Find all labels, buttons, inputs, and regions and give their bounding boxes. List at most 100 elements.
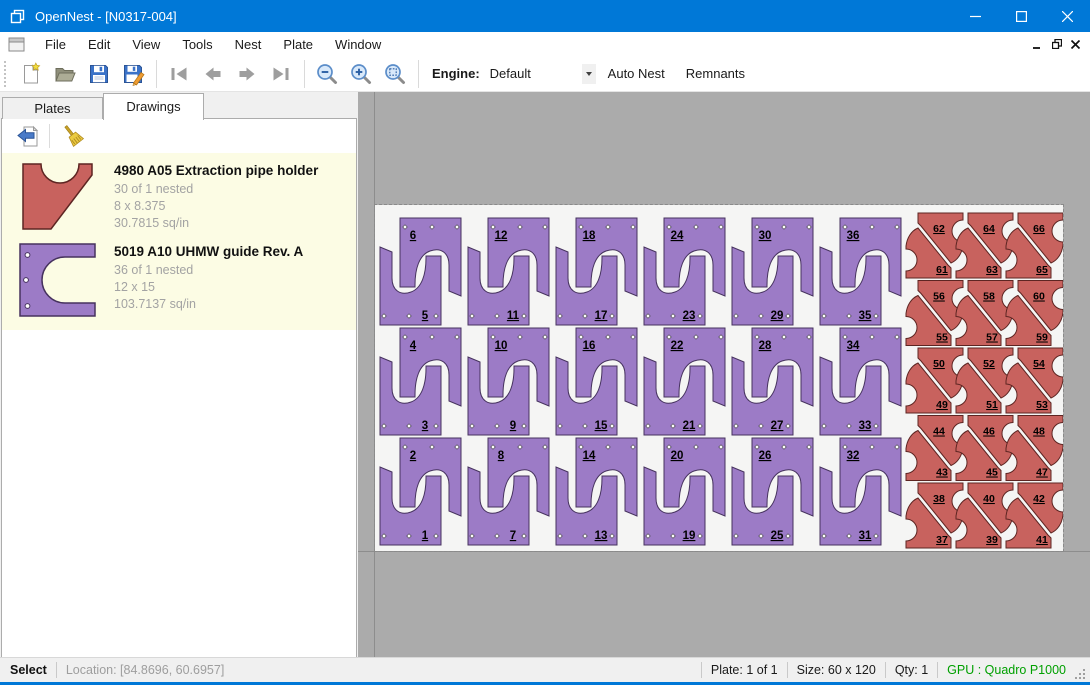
part-number: 54: [1033, 358, 1045, 370]
plate-sheet[interactable]: 6512111817242330293635431091615222128273…: [375, 205, 1063, 551]
previous-plate-button[interactable]: [200, 61, 226, 87]
return-to-drawings-button[interactable]: [14, 123, 41, 150]
nest-canvas[interactable]: 6512111817242330293635431091615222128273…: [358, 92, 1090, 657]
menu-item-plate[interactable]: Plate: [272, 34, 324, 55]
maximize-button[interactable]: [998, 0, 1044, 32]
auto-nest-button[interactable]: Auto Nest: [599, 61, 674, 86]
part-number: 51: [986, 399, 998, 411]
title-bar: OpenNest - [N0317-004]: [0, 0, 1090, 32]
tab-drawings[interactable]: Drawings: [103, 93, 204, 120]
part-number: 23: [683, 310, 696, 322]
part-number: 14: [583, 450, 596, 462]
engine-select[interactable]: Default: [488, 63, 596, 85]
part-number: 39: [986, 534, 998, 546]
menu-item-view[interactable]: View: [121, 34, 171, 55]
part-number: 16: [583, 340, 596, 352]
mdi-restore-icon[interactable]: [1047, 36, 1066, 52]
menu-item-file[interactable]: File: [34, 34, 77, 55]
status-plate: Plate: 1 of 1: [711, 663, 778, 677]
status-divider: [885, 662, 886, 678]
next-plate-button[interactable]: [234, 61, 260, 87]
drawings-tab-page: 4980 A05 Extraction pipe holder 30 of 1 …: [1, 118, 357, 657]
toolbar-separator: [304, 60, 305, 88]
status-gpu: GPU : Quadro P1000: [947, 663, 1066, 677]
drawing-info: 5019 A10 UHMW guide Rev. A 36 of 1 neste…: [104, 242, 303, 318]
part-number: 62: [933, 223, 945, 235]
drawing-name: 4980 A05 Extraction pipe holder: [114, 163, 318, 178]
status-divider: [937, 662, 938, 678]
engine-label: Engine:: [432, 66, 480, 81]
part-number: 2: [410, 450, 416, 462]
toolbar-separator: [156, 60, 157, 88]
clear-drawings-button[interactable]: [60, 123, 87, 150]
status-size: Size: 60 x 120: [797, 663, 876, 677]
part-number: 25: [771, 530, 784, 542]
part-number: 41: [1036, 534, 1048, 546]
part-number: 52: [983, 358, 995, 370]
app-body: Plates Drawings: [0, 92, 1090, 657]
zoom-in-button[interactable]: [348, 61, 374, 87]
part-number: 7: [510, 530, 516, 542]
window-title: OpenNest - [N0317-004]: [35, 9, 952, 24]
part-number: 31: [859, 530, 872, 542]
zoom-fit-button[interactable]: [382, 61, 408, 87]
part-number: 40: [983, 493, 995, 505]
status-divider: [701, 662, 702, 678]
part-number: 18: [583, 230, 596, 242]
part-number: 24: [671, 230, 684, 242]
first-plate-button[interactable]: [166, 61, 192, 87]
part-number: 30: [759, 230, 772, 242]
part-number: 15: [595, 420, 608, 432]
part-number: 1: [422, 530, 429, 542]
menu-item-window[interactable]: Window: [324, 34, 392, 55]
resize-grip[interactable]: [1072, 666, 1088, 682]
drawing-size: 12 x 15: [114, 279, 303, 296]
status-location: Location: [84.8696, 60.6957]: [66, 663, 224, 677]
new-file-button[interactable]: [18, 61, 44, 87]
drawing-area: 103.7137 sq/in: [114, 296, 303, 313]
drawing-area: 30.7815 sq/in: [114, 215, 318, 232]
part-number: 22: [671, 340, 684, 352]
part-number: 32: [847, 450, 860, 462]
menu-bar: FileEditViewToolsNestPlateWindow: [0, 32, 1090, 56]
plate-guide-horizontal: [358, 551, 1090, 552]
last-plate-button[interactable]: [268, 61, 294, 87]
part-number: 50: [933, 358, 945, 370]
chevron-down-icon[interactable]: [582, 64, 596, 84]
part-number: 20: [671, 450, 684, 462]
part-number: 47: [1036, 467, 1048, 479]
part-number: 61: [936, 264, 948, 276]
mdi-minimize-icon[interactable]: [1028, 36, 1047, 52]
part-number: 44: [933, 426, 945, 438]
close-button[interactable]: [1044, 0, 1090, 32]
part-number: 63: [986, 264, 998, 276]
app-window: OpenNest - [N0317-004] FileEditViewTools…: [0, 0, 1090, 685]
part-number: 9: [510, 420, 516, 432]
zoom-out-button[interactable]: [314, 61, 340, 87]
menu-item-edit[interactable]: Edit: [77, 34, 121, 55]
minimize-button[interactable]: [952, 0, 998, 32]
part-number: 65: [1036, 264, 1048, 276]
part-number: 19: [683, 530, 696, 542]
part-number: 56: [933, 291, 945, 303]
part-number: 66: [1033, 223, 1045, 235]
status-divider: [787, 662, 788, 678]
part-number: 35: [859, 310, 872, 322]
toolbar-grip[interactable]: [4, 61, 6, 87]
open-file-button[interactable]: [52, 61, 78, 87]
mdi-close-icon[interactable]: [1066, 36, 1085, 52]
part-number: 26: [759, 450, 772, 462]
list-item[interactable]: 5019 A10 UHMW guide Rev. A 36 of 1 neste…: [2, 238, 356, 324]
save-button[interactable]: [86, 61, 112, 87]
document-window-icon: [8, 37, 25, 52]
panel-tabstrip: Plates Drawings: [0, 92, 358, 119]
toolbar-separator: [49, 124, 50, 148]
part-number: 17: [595, 310, 608, 322]
list-item[interactable]: 4980 A05 Extraction pipe holder 30 of 1 …: [2, 157, 356, 238]
save-as-button[interactable]: [120, 61, 146, 87]
part-number: 13: [595, 530, 608, 542]
tab-plates[interactable]: Plates: [2, 97, 103, 119]
menu-item-nest[interactable]: Nest: [224, 34, 273, 55]
menu-item-tools[interactable]: Tools: [171, 34, 223, 55]
remnants-button[interactable]: Remnants: [677, 61, 754, 86]
